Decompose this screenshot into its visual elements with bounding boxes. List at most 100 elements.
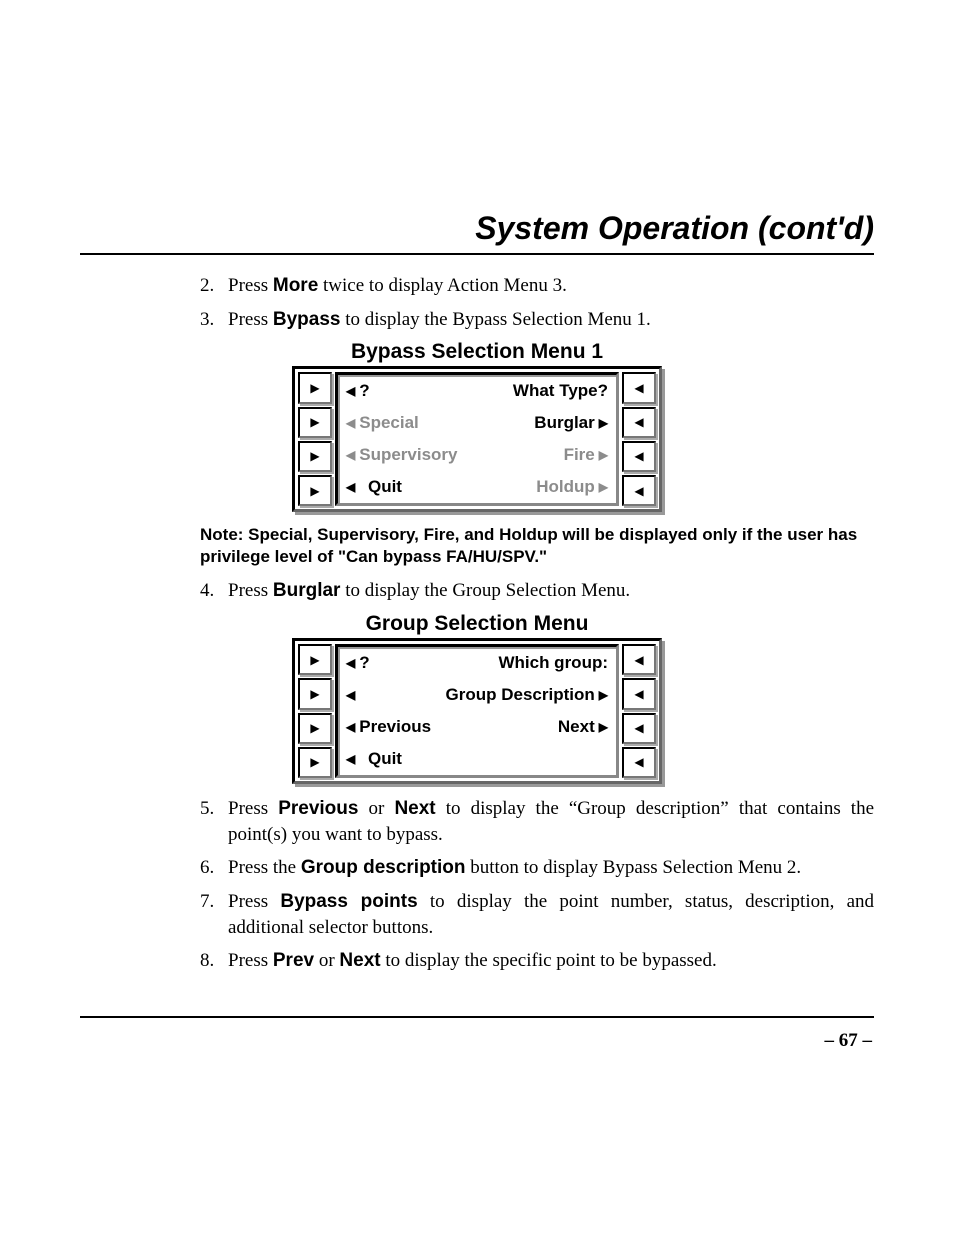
step-item: 2. Press More twice to display Action Me…	[200, 273, 874, 299]
group-selection-menu: ▶ ▶ ▶ ▶ ◀? Which group: ◀ Group Descript…	[292, 638, 662, 784]
option-previous: Previous	[359, 717, 431, 737]
display-row: ◀ Previous Next ▶	[338, 711, 616, 743]
left-triangle-icon: ◀	[346, 721, 355, 733]
option-fire: Fire	[564, 445, 595, 465]
step-item: 7. Press Bypass points to display the po…	[200, 889, 874, 940]
step-number: 3.	[200, 307, 228, 333]
step-number: 7.	[200, 889, 228, 940]
display-panel: ◀? What Type? ◀ Special Burglar ▶ ◀ Supervi…	[335, 372, 619, 506]
header-rule	[80, 253, 874, 255]
left-key-button[interactable]: ▶	[298, 372, 332, 403]
right-triangle-icon: ▶	[310, 722, 319, 734]
option-quit: Quit	[368, 749, 402, 769]
right-key-button[interactable]: ◀	[622, 713, 656, 744]
left-triangle-icon: ◀	[346, 385, 355, 397]
right-triangle-icon: ▶	[599, 721, 608, 733]
left-triangle-icon: ◀	[634, 485, 643, 497]
prompt-label: What Type?	[433, 381, 608, 401]
step-body: Press Bypass to display the Bypass Selec…	[228, 307, 874, 333]
option-special: Special	[359, 413, 419, 433]
prompt-label: Which group:	[433, 653, 608, 673]
step-list-bottom: 5. Press Previous or Next to display the…	[200, 796, 874, 974]
left-triangle-icon: ◀	[346, 753, 355, 765]
display-row: ◀ Supervisory Fire ▶	[338, 439, 616, 471]
left-triangle-icon: ◀	[346, 449, 355, 461]
left-key-button[interactable]: ▶	[298, 644, 332, 675]
option-holdup: Holdup	[536, 477, 595, 497]
right-key-button[interactable]: ◀	[622, 407, 656, 438]
right-triangle-icon: ▶	[310, 688, 319, 700]
step-body: Press Prev or Next to display the specif…	[228, 948, 874, 974]
step-4-wrap: 4. Press Burglar to display the Group Se…	[200, 578, 874, 604]
step-body: Press Bypass points to display the point…	[228, 889, 874, 940]
page-number: – 67 –	[80, 1030, 874, 1052]
right-key-button[interactable]: ◀	[622, 644, 656, 675]
step-number: 2.	[200, 273, 228, 299]
right-triangle-icon: ▶	[310, 382, 319, 394]
step-item: 4. Press Burglar to display the Group Se…	[200, 578, 874, 604]
right-triangle-icon: ▶	[599, 481, 608, 493]
bypass-selection-menu: ▶ ▶ ▶ ▶ ◀? What Type? ◀ Special Burglar ▶ …	[292, 366, 662, 512]
left-triangle-icon: ◀	[634, 688, 643, 700]
left-key-button[interactable]: ▶	[298, 678, 332, 709]
left-key-button[interactable]: ▶	[298, 747, 332, 778]
right-key-button[interactable]: ◀	[622, 441, 656, 472]
right-key-button[interactable]: ◀	[622, 475, 656, 506]
menu-title: Bypass Selection Menu 1	[80, 340, 874, 364]
left-triangle-icon: ◀	[346, 417, 355, 429]
right-triangle-icon: ▶	[310, 756, 319, 768]
right-key-button[interactable]: ◀	[622, 678, 656, 709]
left-triangle-icon: ◀	[634, 654, 643, 666]
left-triangle-icon: ◀	[634, 722, 643, 734]
option-quit: Quit	[368, 477, 402, 497]
display-row: ◀? What Type?	[338, 375, 616, 407]
step-item: 6. Press the Group description button to…	[200, 855, 874, 881]
step-number: 8.	[200, 948, 228, 974]
document-page: System Operation (cont'd) 2. Press More …	[0, 0, 954, 1235]
step-body: Press Previous or Next to display the “G…	[228, 796, 874, 847]
step-body: Press the Group description button to di…	[228, 855, 874, 881]
left-triangle-icon: ◀	[634, 756, 643, 768]
left-triangle-icon: ◀	[634, 450, 643, 462]
right-triangle-icon: ▶	[599, 689, 608, 701]
right-key-column: ◀ ◀ ◀ ◀	[622, 372, 656, 506]
option-supervisory: Supervisory	[359, 445, 457, 465]
right-key-button[interactable]: ◀	[622, 747, 656, 778]
right-triangle-icon: ▶	[599, 449, 608, 461]
right-key-column: ◀ ◀ ◀ ◀	[622, 644, 656, 778]
step-list-top: 2. Press More twice to display Action Me…	[200, 273, 874, 332]
step-item: 5. Press Previous or Next to display the…	[200, 796, 874, 847]
left-triangle-icon: ◀	[346, 481, 355, 493]
display-row: ◀ Group Description▶	[338, 679, 616, 711]
left-key-column: ▶ ▶ ▶ ▶	[298, 644, 332, 778]
right-triangle-icon: ▶	[310, 654, 319, 666]
left-key-column: ▶ ▶ ▶ ▶	[298, 372, 332, 506]
left-triangle-icon: ◀	[634, 416, 643, 428]
display-row: ◀? Which group:	[338, 647, 616, 679]
display-row: ◀ Quit Holdup ▶	[338, 471, 616, 503]
step-body: Press More twice to display Action Menu …	[228, 273, 874, 299]
left-key-button[interactable]: ▶	[298, 713, 332, 744]
step-item: 8. Press Prev or Next to display the spe…	[200, 948, 874, 974]
left-triangle-icon: ◀	[346, 689, 355, 701]
step-item: 3. Press Bypass to display the Bypass Se…	[200, 307, 874, 333]
left-key-button[interactable]: ▶	[298, 407, 332, 438]
left-key-button[interactable]: ▶	[298, 441, 332, 472]
step-number: 4.	[200, 578, 228, 604]
note-text: Note: Special, Supervisory, Fire, and Ho…	[200, 524, 874, 568]
page-title: System Operation (cont'd)	[80, 0, 874, 253]
right-triangle-icon: ▶	[310, 450, 319, 462]
display-panel: ◀? Which group: ◀ Group Description▶ ◀ Pr…	[335, 644, 619, 778]
step-number: 6.	[200, 855, 228, 881]
display-row: ◀ Quit	[338, 743, 616, 775]
option-next: Next	[558, 717, 595, 737]
help-label: ?	[359, 381, 369, 401]
left-triangle-icon: ◀	[346, 657, 355, 669]
left-triangle-icon: ◀	[634, 382, 643, 394]
left-key-button[interactable]: ▶	[298, 475, 332, 506]
menu-title: Group Selection Menu	[80, 612, 874, 636]
option-burglar: Burglar	[534, 413, 594, 433]
display-row: ◀Special Burglar▶	[338, 407, 616, 439]
right-triangle-icon: ▶	[310, 485, 319, 497]
right-key-button[interactable]: ◀	[622, 372, 656, 403]
